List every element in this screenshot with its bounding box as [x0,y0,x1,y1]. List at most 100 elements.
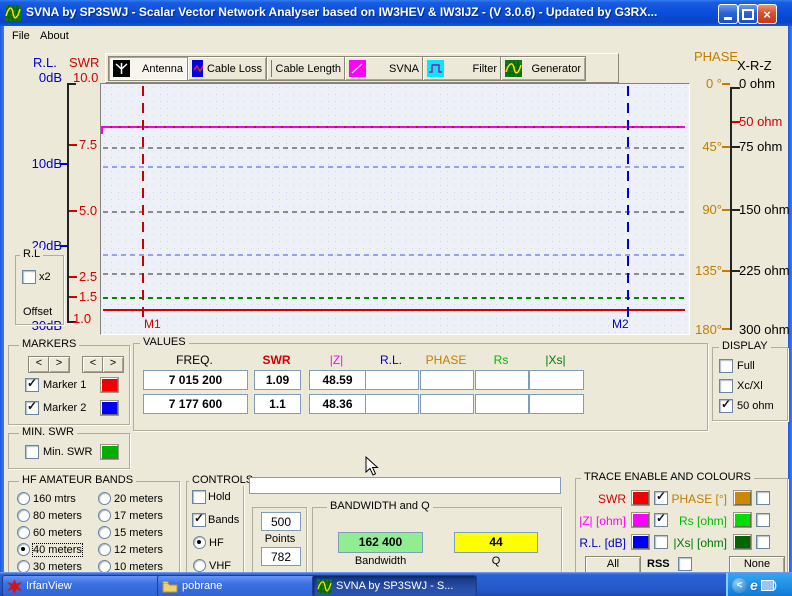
min-swr-checkbox[interactable] [25,445,39,459]
menu-file[interactable]: File [8,29,34,43]
display-panel: DISPLAY Full Xc/Xl 50 ohm [712,347,788,421]
toolbar-button-cable-loss[interactable]: Cable Loss [187,56,267,81]
band-160m-label[interactable]: 160 mtrs [33,493,76,505]
phase-tick-mark [722,83,730,85]
taskbar-button-pobrane[interactable]: pobrane [157,575,318,596]
display-full-checkbox[interactable] [719,359,733,373]
collapse-chevron-icon[interactable]: < [732,578,747,593]
m2-swr-field[interactable]: 1.1 [254,394,301,414]
marker2-line[interactable] [627,86,629,318]
sweep-chart-plot[interactable]: M1 M2 [100,83,690,335]
minimize-button[interactable] [718,4,738,24]
menu-about[interactable]: About [36,29,73,43]
ohm-tick-mark [732,146,740,148]
band-160m-radio[interactable] [17,492,30,505]
m2-xs-field[interactable] [529,394,584,414]
taskbar-button-irfanview[interactable]: IrfanView [2,575,162,596]
m1-rl-field[interactable] [365,370,419,390]
m2-freq-field[interactable]: 7 177 600 [143,394,248,414]
marker1-checkbox[interactable] [25,378,39,392]
trace-rss-checkbox[interactable] [678,557,692,571]
toolbar-button-generator[interactable]: Generator [500,56,586,81]
points-top-field[interactable]: 500 [261,512,301,531]
band-40m-label[interactable]: 40 meters [33,544,82,556]
m2-phase-field[interactable] [420,394,474,414]
rl-x2-checkbox[interactable] [22,270,36,284]
m1-swr-field[interactable]: 1.09 [254,370,301,390]
frequency-input[interactable] [249,477,561,494]
trace-phase-checkbox[interactable] [756,491,770,505]
marker2-next-button[interactable]: > [102,356,124,373]
band-80m-label[interactable]: 80 meters [33,510,82,522]
marker1-next-button[interactable]: > [48,356,70,373]
m1-z-field[interactable]: 48.59 [309,370,366,390]
toolbar-button-cable-length[interactable]: Cable Length [266,56,346,81]
band-60m-radio[interactable] [17,526,30,539]
toolbar-button-svna[interactable]: SVNA [344,56,424,81]
trace-xs-checkbox[interactable] [756,535,770,549]
internet-explorer-icon[interactable]: e [750,577,758,593]
minimize-icon [724,17,732,20]
marker1-line[interactable] [142,86,144,318]
band-40m-radio[interactable] [17,543,30,556]
min-swr-colour-swatch[interactable] [101,445,118,459]
taskbar-button-svna[interactable]: SVNA by SP3SWJ - S... [312,575,477,596]
phase-tick-135: 135° [688,263,722,278]
m1-xs-field[interactable] [529,370,584,390]
marker2-colour-swatch[interactable] [101,401,118,415]
taskbar: IrfanView pobrane SVNA by SP3SWJ - S... … [0,572,792,596]
toolbar-button-antenna[interactable]: Antenna [108,56,188,81]
band-80m-radio[interactable] [17,509,30,522]
band-60m-label[interactable]: 60 meters [33,527,82,539]
trace-z-checkbox[interactable] [654,513,668,527]
trace-rl-colour-swatch[interactable] [632,535,649,549]
title-bar[interactable]: SVNA by SP3SWJ - Scalar Vector Network A… [0,0,792,26]
band-15m-label[interactable]: 15 meters [114,527,163,539]
rl-offset-label[interactable]: Offset [23,306,52,318]
trace-phase-colour-swatch[interactable] [734,491,751,505]
maximize-button[interactable] [738,4,758,24]
trace-phase-label: PHASE [°] [669,492,727,506]
close-button[interactable]: × [757,4,777,24]
window-title: SVNA by SP3SWJ - Scalar Vector Network A… [26,5,657,19]
trace-swr-colour-swatch[interactable] [632,491,649,505]
band-20m-radio[interactable] [98,492,111,505]
marker2-prev-button[interactable]: < [82,356,104,373]
m1-freq-field[interactable]: 7 015 200 [143,370,248,390]
swr-tick-7-5: 7.5 [79,137,97,152]
trace-rs-checkbox[interactable] [756,513,770,527]
trace-rss-label: RSS [647,558,670,570]
m2-z-field[interactable]: 48.36 [309,394,366,414]
trace-panel-title: TRACE ENABLE AND COLOURS [581,471,754,483]
band-12m-radio[interactable] [98,543,111,556]
marker1-colour-swatch[interactable] [101,378,118,392]
ohm-tick-75: 75 ohm [739,139,782,154]
trace-rs-colour-swatch[interactable] [734,513,751,527]
volume-monitor-icon[interactable]: ) [761,580,777,591]
m2-rs-field[interactable] [475,394,529,414]
toolbar-button-filter[interactable]: Filter [422,56,502,81]
hold-checkbox[interactable] [192,490,206,504]
m1-rs-field[interactable] [475,370,529,390]
band-20m-label[interactable]: 20 meters [114,493,163,505]
marker2-checkbox[interactable] [25,401,39,415]
band-17m-label[interactable]: 17 meters [114,510,163,522]
band-12m-label[interactable]: 12 meters [114,544,163,556]
band-17m-radio[interactable] [98,509,111,522]
hf-radio[interactable] [193,536,206,549]
m1-phase-field[interactable] [420,370,474,390]
vhf-radio[interactable] [193,559,206,572]
m2-rl-field[interactable] [365,394,419,414]
trace-xs-label: |Xs| [ohm] [666,536,727,550]
display-50ohm-checkbox[interactable] [719,399,733,413]
bands-checkbox[interactable] [192,513,206,527]
marker1-prev-button[interactable]: < [28,356,50,373]
trace-swr-label: SWR [576,492,626,506]
ohm-tick-300: 300 ohm [739,322,790,337]
points-bottom-field[interactable]: 782 [261,547,301,566]
trace-z-colour-swatch[interactable] [632,513,649,527]
trace-xs-colour-swatch[interactable] [734,535,751,549]
trace-swr-checkbox[interactable] [654,491,668,505]
display-xcxl-checkbox[interactable] [719,379,733,393]
band-15m-radio[interactable] [98,526,111,539]
